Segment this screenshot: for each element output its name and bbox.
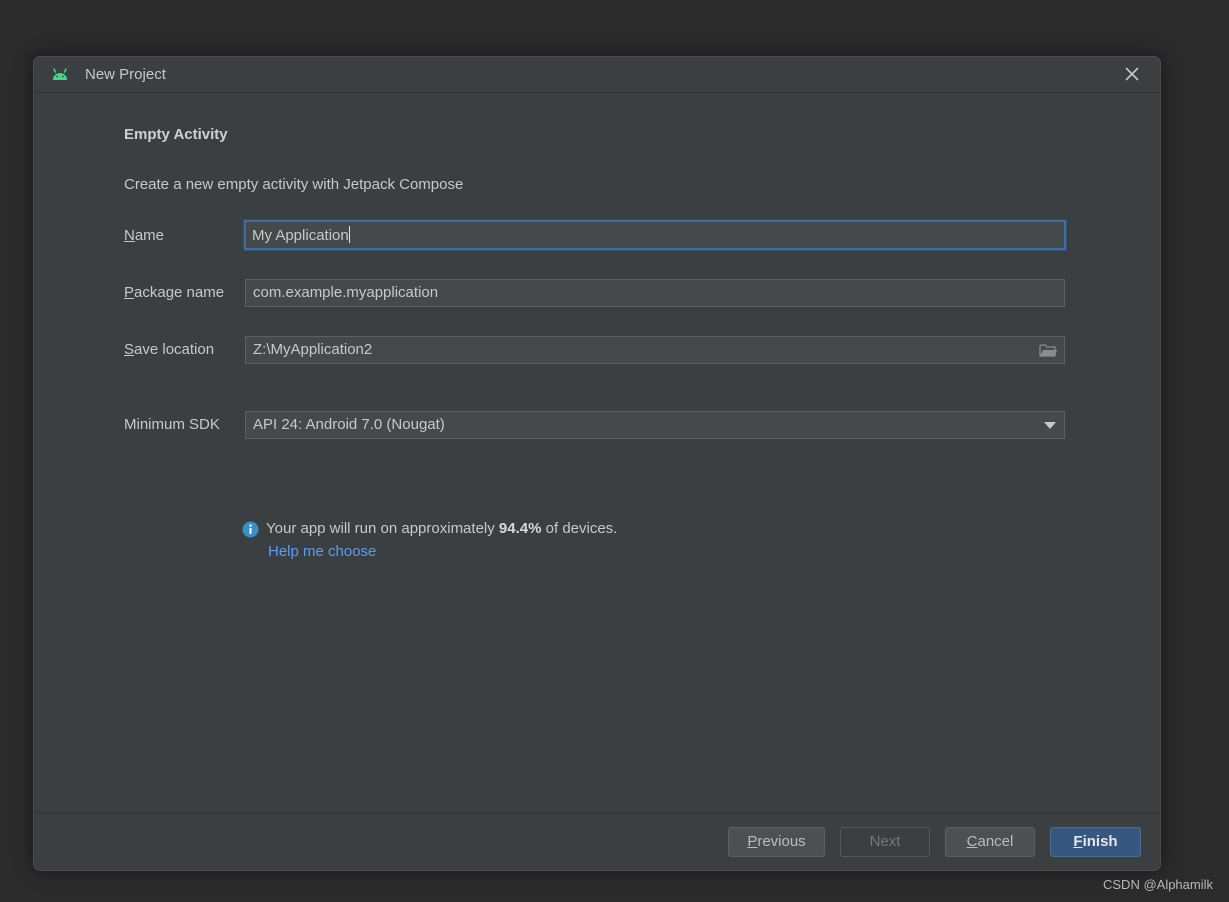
save-location-input[interactable]: Z:\MyApplication2 (245, 336, 1065, 364)
help-me-choose-link[interactable]: Help me choose (268, 543, 376, 560)
next-button[interactable]: Next (840, 827, 930, 857)
name-label: Name (124, 227, 164, 244)
title-bar: New Project (34, 57, 1160, 93)
activity-heading: Empty Activity (124, 126, 228, 143)
package-name-label: Package name (124, 284, 224, 301)
package-name-value: com.example.myapplication (253, 284, 438, 301)
dialog-title: New Project (85, 66, 166, 83)
package-name-input[interactable]: com.example.myapplication (245, 279, 1065, 307)
name-input-value: My Application (252, 227, 349, 244)
minimum-sdk-dropdown[interactable]: API 24: Android 7.0 (Nougat) (245, 411, 1065, 439)
save-location-label: Save location (124, 341, 214, 358)
dialog-content: Empty Activity Create a new empty activi… (34, 93, 1160, 812)
finish-button[interactable]: Finish (1050, 827, 1141, 857)
close-icon[interactable] (1124, 66, 1140, 82)
dialog-footer: Previous Next Cancel Finish (34, 812, 1160, 870)
previous-button[interactable]: Previous (728, 827, 825, 857)
minimum-sdk-label: Minimum SDK (124, 416, 220, 433)
android-icon (52, 67, 68, 81)
new-project-dialog: New Project Empty Activity Create a new … (33, 56, 1161, 871)
minimum-sdk-value: API 24: Android 7.0 (Nougat) (253, 416, 445, 433)
text-caret (349, 226, 350, 243)
info-text: Your app will run on approximately 94.4%… (266, 520, 617, 537)
name-input[interactable]: My Application (244, 220, 1066, 250)
save-location-value: Z:\MyApplication2 (253, 341, 372, 358)
cancel-button[interactable]: Cancel (945, 827, 1035, 857)
coverage-percentage: 94.4% (499, 520, 542, 537)
info-icon (242, 521, 259, 538)
folder-icon[interactable] (1039, 343, 1057, 358)
activity-description: Create a new empty activity with Jetpack… (124, 176, 463, 193)
chevron-down-icon (1044, 422, 1056, 429)
watermark: CSDN @Alphamilk (1103, 877, 1213, 892)
